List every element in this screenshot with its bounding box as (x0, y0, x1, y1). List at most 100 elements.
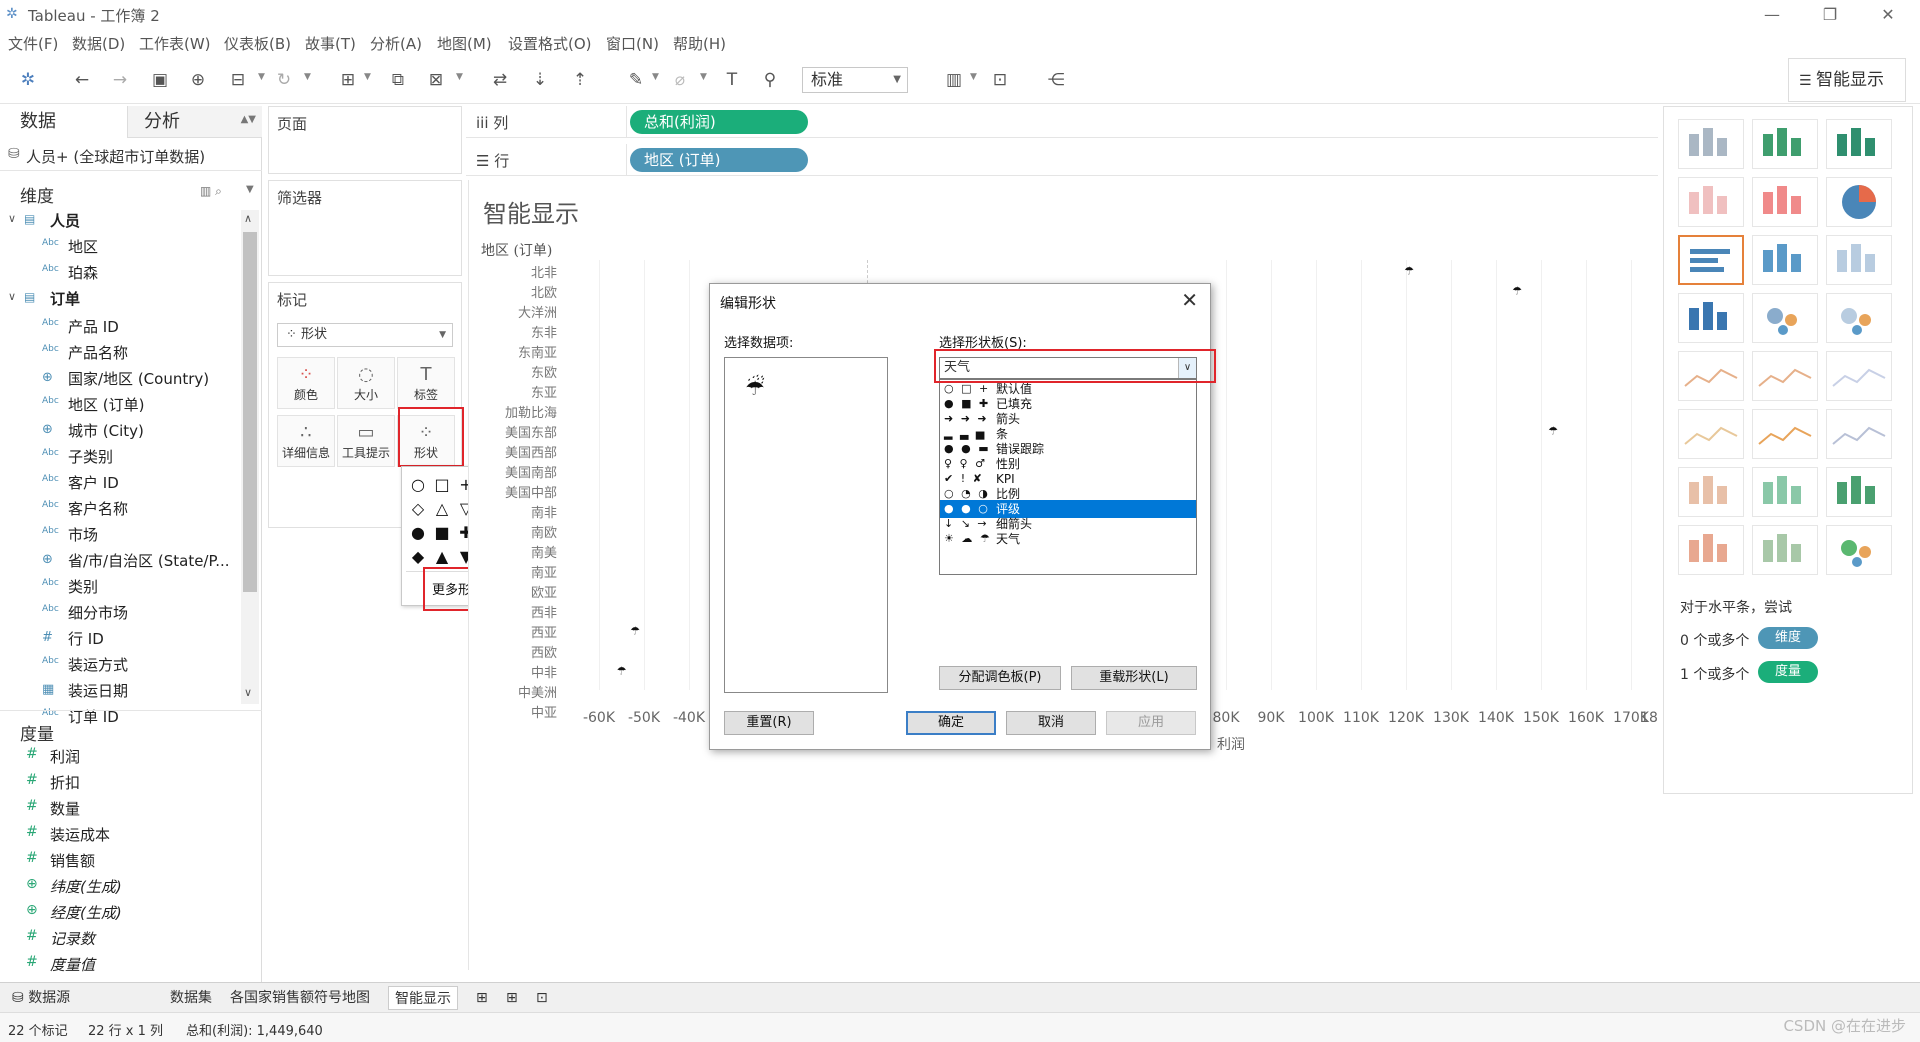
new-story-icon[interactable]: ⊡ (530, 986, 554, 1010)
sort-ascending-icon[interactable]: ⇣ (528, 68, 552, 92)
new-worksheet-icon[interactable]: ⊞ (336, 68, 360, 92)
highlight-icon[interactable]: ✎ (624, 68, 648, 92)
row-label[interactable]: 欧亚 (469, 582, 557, 601)
dimension-field[interactable]: 行 ID (68, 628, 104, 649)
dimension-field[interactable]: 城市 (City) (68, 420, 144, 441)
menu-story[interactable]: 故事(T) (305, 33, 356, 54)
refresh-icon[interactable]: ↻ (272, 68, 296, 92)
filters-card[interactable]: 筛选器 (268, 180, 462, 276)
data-point-rain-icon[interactable]: ☂ (1548, 425, 1558, 438)
horizontal-bar-icon[interactable] (1678, 235, 1744, 285)
side-by-side-circle-icon[interactable] (1826, 293, 1892, 343)
scatter-plot-icon[interactable] (1678, 467, 1744, 517)
dimension-field[interactable]: 市场 (68, 524, 98, 545)
data-item-list[interactable]: ☔ (724, 357, 888, 693)
reset-button[interactable]: 重置(R) (724, 711, 814, 735)
highlight-table-icon[interactable] (1826, 119, 1892, 169)
restore-button[interactable]: ❐ (1810, 2, 1850, 28)
menu-window[interactable]: 窗口(N) (606, 33, 659, 54)
shape-option[interactable]: ▲ (432, 547, 452, 567)
menu-file[interactable]: 文件(F) (8, 33, 58, 54)
box-plot-icon[interactable] (1826, 467, 1892, 517)
dimension-field[interactable]: 装运方式 (68, 654, 128, 675)
tab-data[interactable]: 数据 (0, 106, 128, 138)
row-label[interactable]: 西亚 (469, 622, 557, 641)
pie-chart-icon[interactable] (1826, 177, 1892, 227)
row-label[interactable]: 西非 (469, 602, 557, 621)
measure-field[interactable]: 销售额 (50, 850, 95, 871)
row-label[interactable]: 南亚 (469, 562, 557, 581)
close-icon[interactable]: ✕ (1181, 288, 1198, 312)
swap-icon[interactable]: ⇄ (488, 68, 512, 92)
row-label[interactable]: 美国东部 (469, 422, 557, 441)
detail-button[interactable]: ∴ 详细信息 (277, 415, 335, 467)
menu-worksheet[interactable]: 工作表(W) (139, 33, 211, 54)
datasource-name[interactable]: 人员+ (全球超市订单数据) (26, 146, 205, 167)
measure-field[interactable]: 度量值 (50, 954, 95, 975)
clear-sheet-icon[interactable]: ⊠ (424, 68, 448, 92)
treemap-icon[interactable] (1678, 293, 1744, 343)
field-person[interactable]: 珀森 (68, 262, 98, 283)
scrollbar-thumb[interactable] (243, 232, 257, 592)
tableau-start-icon[interactable]: ✲ (16, 68, 40, 92)
rain-cloud-icon[interactable]: ☔ (745, 376, 765, 401)
text-table-icon[interactable] (1678, 119, 1744, 169)
measure-field[interactable]: 经度(生成) (50, 902, 122, 923)
tab-dataset[interactable]: 数据集 (164, 986, 218, 1010)
area-continuous-icon[interactable] (1678, 409, 1744, 459)
new-worksheet-icon[interactable]: ⊞ (470, 986, 494, 1010)
shape-option[interactable]: △ (432, 499, 452, 519)
menu-format[interactable]: 设置格式(O) (508, 33, 592, 54)
gantt-icon[interactable] (1678, 525, 1744, 575)
search-icon[interactable]: ▥ ⌕ (200, 184, 222, 199)
row-label[interactable]: 南非 (469, 502, 557, 521)
rows-shelf[interactable]: ☰ 行 地区 (订单) (466, 144, 1658, 176)
tab-symbol-map[interactable]: 各国家销售额符号地图 (224, 986, 376, 1010)
area-discrete-icon[interactable] (1752, 409, 1818, 459)
data-point-rain-icon[interactable]: ☂ (1512, 285, 1522, 298)
symbol-map-icon[interactable] (1678, 177, 1744, 227)
shape-option[interactable]: ◇ (408, 499, 428, 519)
filled-map-icon[interactable] (1752, 177, 1818, 227)
rows-pill[interactable]: 地区 (订单) (630, 148, 808, 172)
pages-card[interactable]: 页面 (268, 106, 462, 174)
dimension-field[interactable]: 客户 ID (68, 472, 119, 493)
row-label[interactable]: 东欧 (469, 362, 557, 381)
heat-map-icon[interactable] (1752, 119, 1818, 169)
menu-analysis[interactable]: 分析(A) (370, 33, 422, 54)
reload-shapes-button[interactable]: 重载形状(L) (1071, 666, 1197, 690)
row-label[interactable]: 东非 (469, 322, 557, 341)
row-label[interactable]: 大洋洲 (469, 302, 557, 321)
menu-map[interactable]: 地图(M) (437, 33, 492, 54)
chevron-down-icon[interactable]: ∨ (8, 290, 16, 303)
shape-option[interactable]: □ (432, 475, 452, 495)
histogram-icon[interactable] (1752, 467, 1818, 517)
row-label[interactable]: 美国中部 (469, 482, 557, 501)
show-cards-icon[interactable]: ▥ (942, 68, 966, 92)
dimension-field[interactable]: 省/市/自治区 (State/P... (68, 550, 230, 571)
share-icon[interactable]: ⋲ (1044, 68, 1068, 92)
row-label[interactable]: 西欧 (469, 642, 557, 661)
menu-data[interactable]: 数据(D) (72, 33, 125, 54)
row-label[interactable]: 中美洲 (469, 682, 557, 701)
sort-descending-icon[interactable]: ⇡ (568, 68, 592, 92)
row-label[interactable]: 东南亚 (469, 342, 557, 361)
palette-option[interactable]: ☀ ☁ ☂ 天气 (940, 530, 1196, 548)
tab-show-me[interactable]: 智能显示 (388, 986, 458, 1010)
shape-option[interactable]: ◆ (408, 547, 428, 567)
measure-field[interactable]: 利润 (50, 746, 80, 767)
row-label[interactable]: 北欧 (469, 282, 557, 301)
bullet-graph-icon[interactable] (1752, 525, 1818, 575)
side-by-side-bar-icon[interactable] (1826, 235, 1892, 285)
chevron-up-icon[interactable]: ∧ (244, 212, 252, 225)
data-point-rain-icon[interactable]: ☂ (617, 665, 627, 678)
packed-bubbles-icon[interactable] (1826, 525, 1892, 575)
measure-field[interactable]: 装运成本 (50, 824, 110, 845)
dimension-field[interactable]: 产品 ID (68, 316, 119, 337)
labels-icon[interactable]: T (720, 68, 744, 92)
measure-field[interactable]: 数量 (50, 798, 80, 819)
line-discrete-icon[interactable] (1752, 351, 1818, 401)
row-label[interactable]: 美国西部 (469, 442, 557, 461)
data-point-rain-icon[interactable]: ☂ (630, 625, 640, 638)
mark-type-select[interactable]: ⁘ 形状 ▼ (277, 323, 453, 347)
